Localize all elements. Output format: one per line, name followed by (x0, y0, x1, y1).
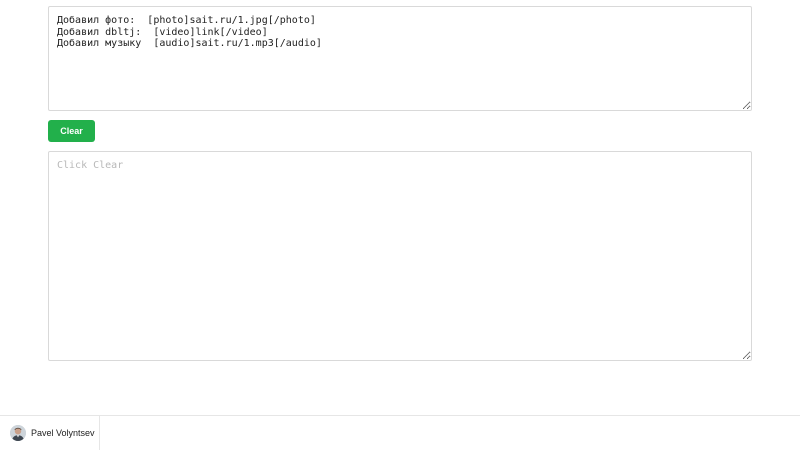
author-link[interactable]: Pavel Volyntsev (0, 416, 100, 450)
page: Добавил фото: [photo]sait.ru/1.jpg[/phot… (0, 0, 800, 450)
author-avatar (10, 425, 26, 441)
user-avatar-icon (10, 425, 26, 441)
source-text-input[interactable]: Добавил фото: [photo]sait.ru/1.jpg[/phot… (48, 6, 752, 111)
author-name: Pavel Volyntsev (31, 428, 95, 438)
clear-button[interactable]: Clear (48, 120, 95, 142)
footer: Pavel Volyntsev (0, 415, 800, 450)
result-text-output[interactable] (48, 151, 752, 361)
